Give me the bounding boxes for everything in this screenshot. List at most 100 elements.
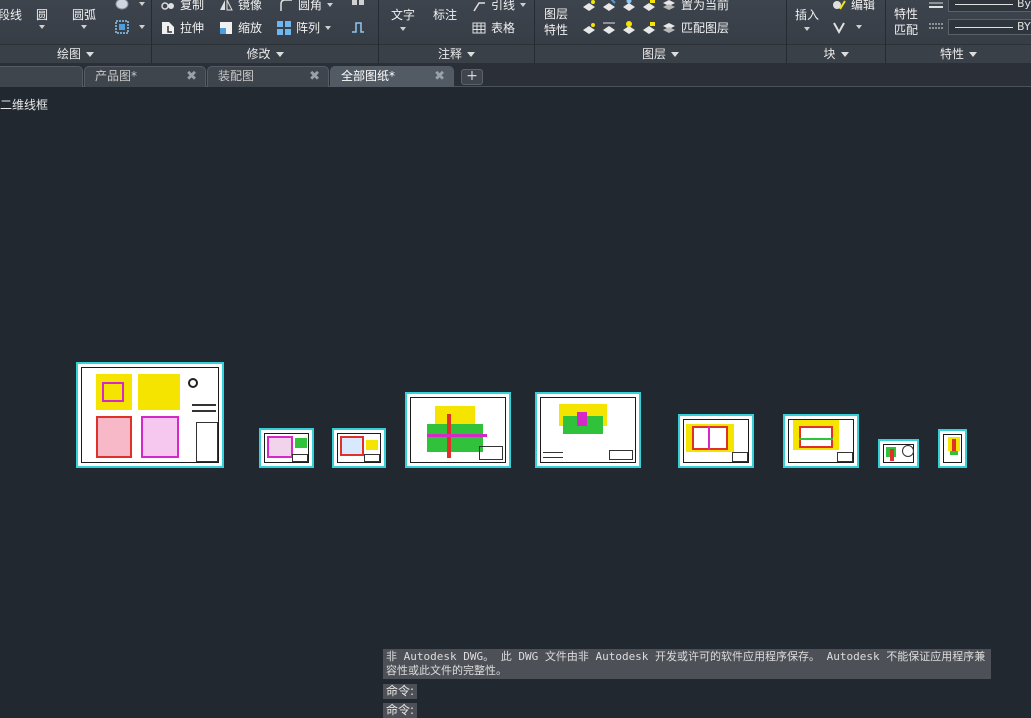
draw-panel-title[interactable]: 绘图: [0, 44, 151, 63]
drawing-sheet[interactable]: [405, 392, 511, 468]
leader-button[interactable]: 引线: [471, 0, 527, 13]
match-properties-button[interactable]: 特性 匹配: [891, 6, 921, 38]
chevron-down-icon: [804, 27, 810, 31]
sheet-part: [427, 434, 487, 437]
annotation-panel-title[interactable]: 注释: [379, 44, 534, 63]
drawing-sheet[interactable]: [783, 414, 859, 468]
modify-panel-title-text: 修改: [246, 47, 271, 61]
visual-style-label[interactable]: 二维线框: [0, 96, 48, 113]
command-history-message: 非 Autodesk DWG。 此 DWG 文件由非 Autodesk 开发或许…: [383, 649, 991, 679]
properties-panel: 特性 匹配 By BY 特性: [886, 0, 1031, 63]
layer-isolate-icon[interactable]: [601, 0, 617, 13]
table-button[interactable]: 表格: [471, 19, 515, 36]
sheet-part: [950, 451, 958, 455]
new-tab-button[interactable]: +: [461, 69, 483, 85]
stretch-button[interactable]: 拉伸: [160, 19, 204, 36]
layer-off-icon[interactable]: [581, 0, 597, 13]
chevron-down-icon: [840, 52, 849, 57]
layer-lock-icon[interactable]: [641, 0, 657, 13]
boundary-button[interactable]: [114, 19, 145, 35]
explode-button[interactable]: [350, 0, 370, 12]
drawing-sheet[interactable]: [259, 428, 314, 468]
tab-assembly-drawing[interactable]: 装配图 ✖: [207, 66, 329, 87]
block-panel: 插入 编辑 块: [787, 0, 886, 63]
linetype-sample: [955, 27, 1013, 28]
dimension-button[interactable]: 标注: [433, 6, 457, 23]
chevron-down-icon: [327, 2, 334, 7]
set-current-button[interactable]: 置为当前: [681, 0, 729, 13]
sheet-part: [96, 416, 132, 458]
modify-panel: 复制 镜像 圆角 拉伸 缩放 阵列 修改: [152, 0, 379, 63]
linetype-dropdown[interactable]: BY: [948, 19, 1031, 35]
tab-all-drawings[interactable]: 全部图纸* ✖: [330, 66, 454, 87]
layer-freeze-icon[interactable]: [621, 0, 637, 13]
chevron-down-icon: [520, 2, 527, 7]
layer-on-icon[interactable]: [581, 20, 597, 36]
fillet-button[interactable]: 圆角: [278, 0, 334, 13]
tab-product-drawing[interactable]: 产品图* ✖: [84, 66, 206, 87]
drawing-sheet[interactable]: [76, 362, 224, 468]
edit-block-label: 编辑: [851, 0, 876, 12]
title-block: [837, 452, 853, 462]
stretch-icon: [162, 21, 174, 34]
arc-button[interactable]: 圆弧: [72, 6, 96, 29]
close-icon[interactable]: ✖: [434, 67, 445, 86]
layer-thaw-icon[interactable]: [621, 20, 637, 36]
sheet-part: [708, 426, 710, 450]
text-label: 文字: [391, 8, 416, 22]
offset-button[interactable]: [350, 19, 370, 35]
chevron-down-icon: [139, 2, 145, 6]
layer-properties-button[interactable]: 图层 特性: [541, 6, 571, 38]
sheet-part: [577, 412, 587, 426]
close-icon[interactable]: ✖: [309, 67, 320, 86]
scale-button[interactable]: 缩放: [218, 19, 262, 36]
drawing-sheet[interactable]: [535, 392, 641, 468]
lineweight-dropdown[interactable]: By: [948, 0, 1031, 12]
copy-button[interactable]: 复制: [160, 0, 204, 13]
offset-icon: [352, 22, 364, 33]
chevron-down-icon: [39, 25, 45, 29]
mirror-button[interactable]: 镜像: [218, 0, 262, 13]
match-layer-button[interactable]: 匹配图层: [681, 19, 729, 36]
layer-unisolate-icon[interactable]: [601, 20, 617, 36]
tab-label: 产品图*: [95, 69, 138, 83]
stretch-label: 拉伸: [180, 21, 205, 35]
sheet-part: [366, 440, 378, 450]
mirror-label: 镜像: [238, 0, 263, 12]
sheet-part: [435, 406, 475, 424]
properties-panel-title[interactable]: 特性: [886, 44, 1031, 63]
copy-icon: [161, 1, 174, 10]
tab-start[interactable]: [0, 66, 83, 87]
chevron-down-icon: [139, 25, 145, 29]
drawing-sheet[interactable]: [332, 428, 386, 468]
title-block: [732, 452, 748, 462]
scale-label: 缩放: [238, 21, 263, 35]
fillet-icon: [280, 0, 292, 11]
properties-panel-title-text: 特性: [939, 47, 964, 61]
attribute-button[interactable]: [831, 19, 862, 35]
edit-block-button[interactable]: 编辑: [831, 0, 875, 13]
layer-properties-label-1: 图层: [543, 7, 568, 21]
hatch-button[interactable]: [114, 0, 145, 12]
sheet-part: [295, 438, 307, 448]
array-button[interactable]: 阵列: [276, 19, 332, 36]
block-panel-title[interactable]: 块: [787, 44, 885, 63]
fillet-label: 圆角: [298, 0, 323, 12]
polyline-button[interactable]: 段线: [0, 6, 22, 23]
text-button[interactable]: 文字: [391, 6, 415, 31]
insert-button[interactable]: 插入: [795, 6, 819, 31]
layers-panel-title[interactable]: 图层: [535, 44, 786, 63]
drawing-canvas[interactable]: 二维线框: [0, 88, 1031, 716]
drawing-sheet[interactable]: [678, 414, 754, 468]
modify-panel-title[interactable]: 修改: [152, 44, 378, 63]
chevron-down-icon: [86, 52, 94, 57]
circle-button[interactable]: 圆: [36, 6, 48, 29]
draw-panel: 段线 圆 圆弧 绘图: [0, 0, 152, 63]
drawing-sheet[interactable]: [878, 439, 919, 468]
set-current-icon: [663, 0, 675, 10]
layer-unlock-icon[interactable]: [641, 20, 657, 36]
close-icon[interactable]: ✖: [186, 67, 197, 86]
drawing-sheet[interactable]: [938, 429, 967, 468]
array-label: 阵列: [296, 21, 321, 35]
linetype-value: BY: [1017, 20, 1031, 33]
